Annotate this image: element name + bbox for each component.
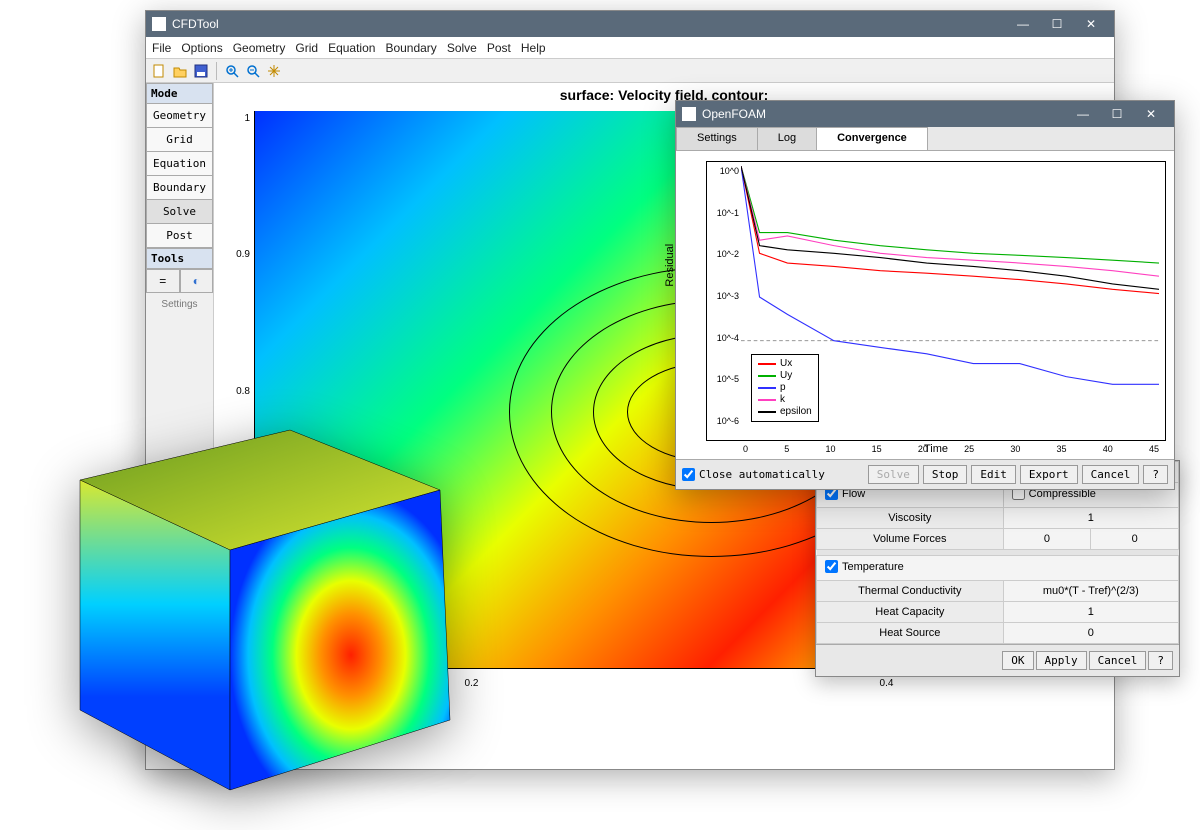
openfoam-window: OpenFOAM — ☐ ✕ Settings Log Convergence … xyxy=(675,100,1175,490)
tab-bar: Settings Log Convergence xyxy=(676,127,1174,151)
tab-convergence[interactable]: Convergence xyxy=(816,127,928,150)
volforces-v2[interactable]: 0 xyxy=(1091,529,1179,550)
ok-button[interactable]: OK xyxy=(1002,651,1033,670)
tool-spin-icon[interactable]: ◐ xyxy=(180,269,214,293)
titlebar: CFDTool — ☐ ✕ xyxy=(146,11,1114,37)
mode-post[interactable]: Post xyxy=(146,223,213,248)
maximize-button[interactable]: ☐ xyxy=(1040,11,1074,37)
close-button[interactable]: ✕ xyxy=(1134,101,1168,127)
close-button[interactable]: ✕ xyxy=(1074,11,1108,37)
minimize-button[interactable]: — xyxy=(1006,11,1040,37)
help-button[interactable]: ? xyxy=(1143,465,1168,484)
heatcap-label: Heat Capacity xyxy=(817,602,1004,623)
convergence-chart: 10^0 10^-1 10^-2 10^-3 10^-4 10^-5 10^-6… xyxy=(706,161,1166,441)
open-file-icon[interactable] xyxy=(171,62,189,80)
chart-legend: UxUypkepsilon xyxy=(751,354,819,422)
properties-panel: Density 1.225 Flow Compressible Viscosit… xyxy=(815,460,1180,677)
viscosity-value[interactable]: 1 xyxy=(1003,508,1178,529)
mode-equation[interactable]: Equation xyxy=(146,151,213,176)
menu-post[interactable]: Post xyxy=(487,41,511,55)
zoom-out-icon[interactable] xyxy=(244,62,262,80)
tab-settings[interactable]: Settings xyxy=(676,127,758,150)
menu-grid[interactable]: Grid xyxy=(295,41,318,55)
app-icon xyxy=(682,107,696,121)
maximize-button[interactable]: ☐ xyxy=(1100,101,1134,127)
openfoam-footer: Close automatically Solve Stop Edit Expo… xyxy=(676,459,1174,489)
tools-header: Tools xyxy=(146,248,213,269)
volforces-v1[interactable]: 0 xyxy=(1003,529,1091,550)
temperature-checkbox[interactable]: Temperature xyxy=(825,560,904,573)
viscosity-label: Viscosity xyxy=(817,508,1004,529)
menubar: File Options Geometry Grid Equation Boun… xyxy=(146,37,1114,59)
openfoam-titlebar: OpenFOAM — ☐ ✕ xyxy=(676,101,1174,127)
heatcap-value[interactable]: 1 xyxy=(1003,602,1178,623)
menu-geometry[interactable]: Geometry xyxy=(233,41,286,55)
menu-file[interactable]: File xyxy=(152,41,171,55)
new-file-icon[interactable] xyxy=(150,62,168,80)
mode-grid[interactable]: Grid xyxy=(146,127,213,152)
chart-ylabel: Residual xyxy=(664,244,676,287)
volforces-label: Volume Forces xyxy=(817,529,1004,550)
cancel-button[interactable]: Cancel xyxy=(1089,651,1147,670)
menu-boundary[interactable]: Boundary xyxy=(385,41,436,55)
menu-help[interactable]: Help xyxy=(521,41,546,55)
mode-boundary[interactable]: Boundary xyxy=(146,175,213,200)
mode-solve[interactable]: Solve xyxy=(146,199,213,224)
mode-geometry[interactable]: Geometry xyxy=(146,103,213,128)
edit-button[interactable]: Edit xyxy=(971,465,1016,484)
help-button[interactable]: ? xyxy=(1148,651,1173,670)
cancel-button[interactable]: Cancel xyxy=(1082,465,1140,484)
export-button[interactable]: Export xyxy=(1020,465,1078,484)
toolbar xyxy=(146,59,1114,83)
close-auto-checkbox[interactable]: Close automatically xyxy=(682,468,825,481)
app-icon xyxy=(152,17,166,31)
save-file-icon[interactable] xyxy=(192,62,210,80)
window-title: CFDTool xyxy=(172,17,219,31)
tool-equals-icon[interactable]: = xyxy=(146,269,180,293)
heatsrc-value[interactable]: 0 xyxy=(1003,623,1178,644)
cube-3d-render xyxy=(20,400,470,800)
chart-yticks: 10^0 10^-1 10^-2 10^-3 10^-4 10^-5 10^-6 xyxy=(711,166,739,426)
mode-header: Mode xyxy=(146,83,213,104)
zoom-in-icon[interactable] xyxy=(223,62,241,80)
menu-solve[interactable]: Solve xyxy=(447,41,477,55)
solve-button[interactable]: Solve xyxy=(868,465,919,484)
chart-xticks: 05 1015 2025 3035 4045 xyxy=(743,444,1159,454)
stop-button[interactable]: Stop xyxy=(923,465,968,484)
settings-label[interactable]: Settings xyxy=(146,293,213,316)
thermal-label: Thermal Conductivity xyxy=(817,581,1004,602)
menu-equation[interactable]: Equation xyxy=(328,41,375,55)
minimize-button[interactable]: — xyxy=(1066,101,1100,127)
openfoam-title: OpenFOAM xyxy=(702,107,766,121)
thermal-value[interactable]: mu0*(T - Tref)^(2/3) xyxy=(1003,581,1178,602)
menu-options[interactable]: Options xyxy=(181,41,222,55)
apply-button[interactable]: Apply xyxy=(1036,651,1087,670)
pan-icon[interactable] xyxy=(265,62,283,80)
tab-log[interactable]: Log xyxy=(757,127,817,150)
heatsrc-label: Heat Source xyxy=(817,623,1004,644)
